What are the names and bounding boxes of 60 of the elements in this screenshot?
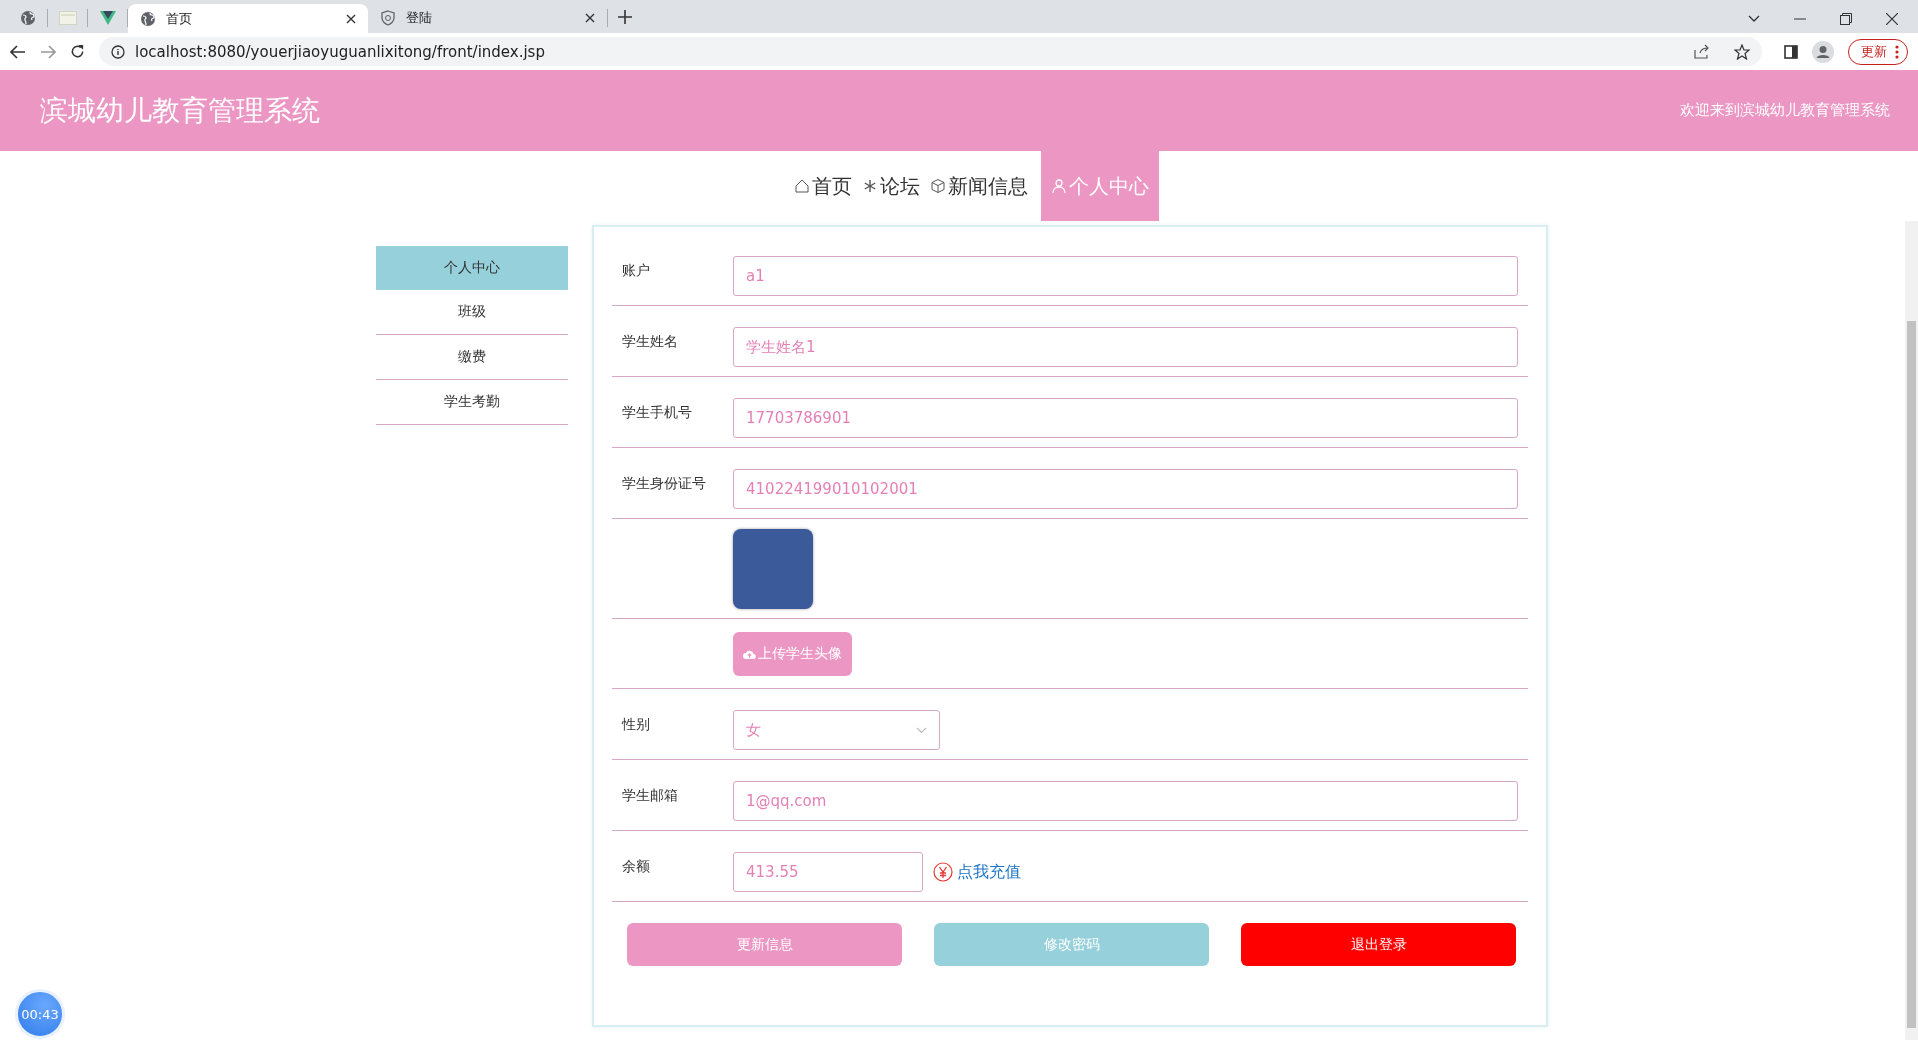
nav-tab[interactable]: 首页 [789,151,857,221]
reload-icon [70,44,85,59]
person-icon [1051,178,1067,194]
field-label: 学生姓名 [622,333,678,349]
browser-tab[interactable]: 登陆 [368,9,608,27]
profile-icon [1812,40,1834,63]
globe-icon [19,10,36,26]
sidebar-item[interactable]: 班级 [376,290,568,335]
sidebar-item[interactable]: 个人中心 [376,246,568,290]
nav-tab[interactable]: 论坛 [857,151,925,221]
plus-icon [618,10,632,24]
form-button[interactable]: 退出登录 [1241,923,1516,966]
url-text: localhost:8080/youerjiaoyuguanlixitong/front/index.jsp [135,42,546,61]
close-icon [346,13,356,24]
info-icon [111,44,125,59]
field-label: 学生身份证号 [622,475,706,491]
triangle-logo-icon [99,11,116,25]
scrollbar[interactable] [1905,221,1918,1040]
address-bar[interactable]: localhost:8080/youerjiaoyuguanlixitong/front/index.jsp [99,37,1762,66]
input-field[interactable]: 1@qq.com [733,781,1518,821]
share-icon [1694,44,1710,59]
nav-tab[interactable]: 新闻信息 [925,151,1033,221]
yen-icon [933,862,953,882]
sidebar-item[interactable]: 缴费 [376,335,568,380]
snowflake-icon [862,178,878,194]
page-icon [58,11,77,25]
field-label: 余额 [622,858,650,874]
cube-icon [930,178,946,194]
field-label: 账户 [622,262,650,278]
gender-select[interactable]: 女 [733,710,940,750]
close-icon [1886,13,1898,25]
forward-arrow-icon [40,44,56,59]
input-field[interactable]: 学生姓名1 [733,327,1518,367]
field-label: 学生邮箱 [622,787,678,803]
update-button[interactable]: 更新 [1848,38,1908,65]
field-label: 学生手机号 [622,404,692,420]
welcome-text: 欢迎来到滨城幼儿教育管理系统 [1680,101,1890,120]
input-field[interactable]: 410224199010102001 [733,469,1518,509]
cloud-upload-icon [743,648,756,660]
input-field[interactable]: a1 [733,256,1518,296]
house-icon [794,178,810,194]
shield-icon [380,10,396,26]
sidebar-item[interactable]: 学生考勤 [376,380,568,425]
restore-icon [1840,13,1852,25]
close-icon [585,13,595,23]
kebab-menu-icon [1895,44,1899,59]
back-arrow-icon [10,44,26,59]
field-label: 性别 [622,716,650,732]
sidebar-icon [1784,44,1798,59]
chevron-down-icon [1748,15,1760,23]
recharge-link[interactable]: 点我充值 [933,852,1021,892]
globe-icon [140,10,156,27]
input-field[interactable]: 413.55 [733,852,923,892]
browser-tab[interactable]: 首页 [128,4,368,33]
chevron-down-icon [916,726,927,734]
timer-badge: 00:43 [15,989,65,1039]
star-icon [1734,43,1750,60]
input-field[interactable]: 17703786901 [733,398,1518,438]
site-title: 滨城幼儿教育管理系统 [40,92,320,129]
minimize-icon [1794,18,1806,20]
